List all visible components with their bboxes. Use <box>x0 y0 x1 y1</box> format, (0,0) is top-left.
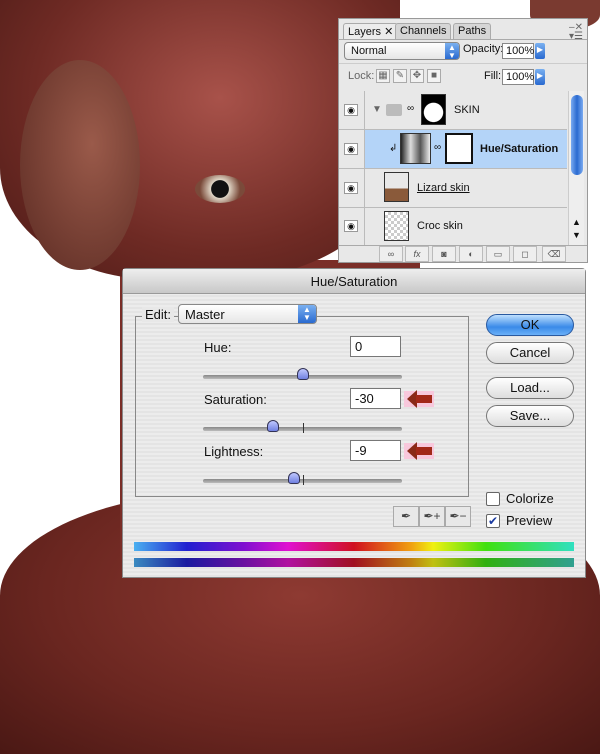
annotation-arrow <box>404 390 434 408</box>
saturation-label: Saturation: <box>204 392 267 407</box>
layer-row-skin[interactable]: ◉ ▼ ∞ SKIN <box>339 91 567 130</box>
layers-scrollbar[interactable]: ▲ ▼ <box>568 91 584 245</box>
eye <box>195 175 245 203</box>
hue-saturation-dialog: Hue/Saturation Edit: Master ▲ ▼ Hue: 0 Sat… <box>122 268 586 578</box>
link-icon: ∞ <box>434 142 442 153</box>
visibility-eye-icon[interactable]: ◉ <box>344 143 358 155</box>
tab-channels[interactable]: Channels <box>395 23 452 39</box>
layer-name: Hue/Saturation <box>480 143 559 155</box>
lock-move-icon[interactable]: ✥ <box>410 69 424 83</box>
clip-arrow-icon: ↲ <box>389 143 398 154</box>
annotation-arrow <box>404 442 434 460</box>
lock-label: Lock: <box>348 70 375 82</box>
scroll-up-icon[interactable]: ▲ <box>572 217 581 227</box>
cancel-button[interactable]: Cancel <box>486 342 574 364</box>
horn <box>20 60 140 270</box>
layer-row-hue-saturation[interactable]: ◉ ↲ ∞ Hue/Saturation <box>339 130 567 169</box>
link-icon: ∞ <box>407 103 415 114</box>
layer-mask-thumbnail <box>445 133 473 164</box>
colorize-check-icon[interactable] <box>486 491 500 506</box>
input-color-bar <box>134 542 574 551</box>
opacity-input[interactable]: 100% <box>502 43 534 59</box>
visibility-eye-icon[interactable]: ◉ <box>344 182 358 194</box>
edit-select[interactable]: Master ▲ ▼ <box>178 304 317 324</box>
lightness-label: Lightness: <box>204 444 264 459</box>
layer-thumbnail <box>384 211 409 241</box>
layer-row-croc-skin[interactable]: ◉ Croc skin <box>339 208 567 245</box>
saturation-input[interactable]: -30 <box>350 388 401 409</box>
tab-paths[interactable]: Paths <box>453 23 492 39</box>
dialog-title: Hue/Saturation <box>123 269 585 294</box>
eyedropper-icon[interactable]: ✒ <box>393 506 419 527</box>
fill-arrow-button[interactable]: ▶ <box>535 69 545 85</box>
folder-icon <box>386 104 402 116</box>
lock-all-icon[interactable]: ■ <box>427 69 441 83</box>
layer-name: SKIN <box>454 104 480 116</box>
edit-label: Edit: <box>142 307 175 322</box>
save-button[interactable]: Save... <box>486 405 574 427</box>
saturation-slider-thumb[interactable] <box>266 420 279 432</box>
scroll-down-icon[interactable]: ▼ <box>572 230 581 240</box>
ok-button[interactable]: OK <box>486 314 574 336</box>
layer-name: Lizard skin <box>417 182 470 194</box>
expand-triangle-icon[interactable]: ▼ <box>372 104 382 115</box>
new-group-icon[interactable]: ▭ <box>486 246 510 262</box>
layer-thumbnail <box>384 172 409 202</box>
eyedropper-minus-icon[interactable]: ✒− <box>445 506 471 527</box>
load-button[interactable]: Load... <box>486 377 574 399</box>
scrollbar-thumb[interactable] <box>571 95 583 175</box>
saturation-slider[interactable] <box>203 420 402 433</box>
visibility-eye-icon[interactable]: ◉ <box>344 104 358 116</box>
adjustment-thumbnail <box>400 133 431 164</box>
adjustment-layer-icon[interactable]: ◐ <box>459 246 483 262</box>
lightness-input[interactable]: -9 <box>350 440 401 461</box>
hue-label: Hue: <box>204 340 232 355</box>
eyedropper-plus-icon[interactable]: ✒+ <box>419 506 445 527</box>
opacity-label: Opacity: <box>463 43 504 55</box>
hue-slider[interactable] <box>203 368 402 380</box>
fill-input[interactable]: 100% <box>502 69 534 85</box>
trash-icon[interactable]: ⌫ <box>542 246 566 262</box>
visibility-eye-icon[interactable]: ◉ <box>344 220 358 232</box>
preview-check-icon[interactable]: ✔ <box>486 513 500 528</box>
lightness-slider-thumb[interactable] <box>287 472 300 484</box>
add-mask-icon[interactable]: ◙ <box>432 246 456 262</box>
lightness-slider[interactable] <box>203 472 402 485</box>
preview-checkbox[interactable]: ✔ Preview <box>486 513 552 528</box>
colorize-checkbox[interactable]: Colorize <box>486 491 554 506</box>
lock-transparency-icon[interactable]: ▦ <box>376 69 390 83</box>
tab-layers[interactable]: Layers ✕ <box>343 23 399 39</box>
mask-thumbnail <box>421 94 446 125</box>
lock-brush-icon[interactable]: ✎ <box>393 69 407 83</box>
opacity-arrow-button[interactable]: ▶ <box>535 43 545 59</box>
blend-mode-select[interactable]: Normal ▲ ▼ <box>344 42 460 60</box>
hue-input[interactable]: 0 <box>350 336 401 357</box>
output-color-bar <box>134 558 574 567</box>
fill-label: Fill: <box>484 70 502 82</box>
fx-icon[interactable]: fx <box>405 246 429 262</box>
layer-name: Croc skin <box>417 220 463 232</box>
new-layer-icon[interactable]: ◻ <box>513 246 537 262</box>
hue-slider-thumb[interactable] <box>296 368 309 380</box>
layers-panel: Layers ✕ Channels Paths –✕ ▾☰ Normal ▲ ▼ Op… <box>338 18 588 263</box>
link-layers-icon[interactable]: ∞ <box>379 246 403 262</box>
layer-row-lizard-skin[interactable]: ◉ Lizard skin <box>339 169 567 208</box>
